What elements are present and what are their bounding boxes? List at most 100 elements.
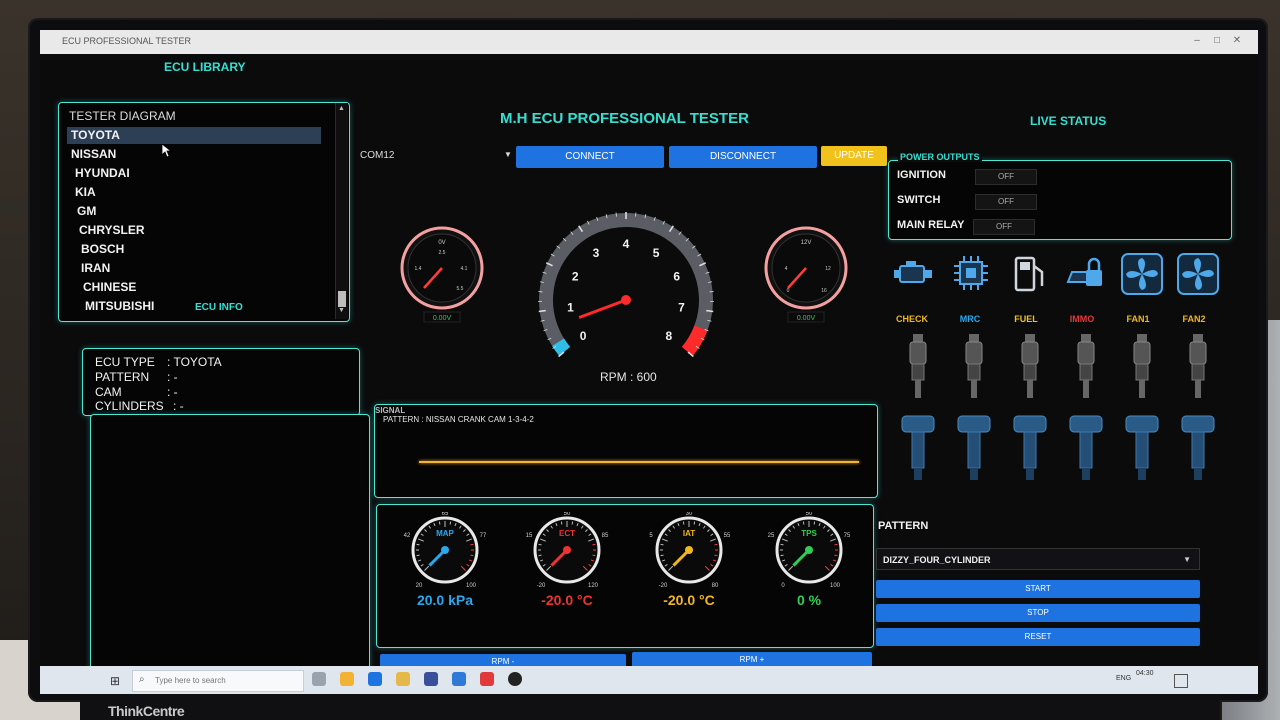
app-icon[interactable] (452, 672, 466, 686)
app-main-title: M.H ECU PROFESSIONAL TESTER (500, 110, 749, 127)
minimize-button[interactable]: – (1190, 34, 1204, 48)
ignition-coil-icon (1181, 415, 1215, 480)
rpm-tick-label: 8 (666, 329, 673, 343)
sensor-tick-label: 100 (466, 583, 477, 589)
info-label-cam: CAM (95, 385, 122, 399)
right-gauge-tick: 12V (801, 240, 812, 246)
window-title: ECU PROFESSIONAL TESTER (62, 36, 192, 46)
switch-label: SWITCH (897, 194, 941, 206)
scroll-down-icon[interactable]: ▼ (338, 307, 345, 314)
left-gauge-tick: 0V (438, 240, 445, 246)
pattern-label: PATTERN (878, 520, 929, 532)
sensor-value: -20.0 °C (541, 592, 593, 608)
sensor-tick-label: 85 (602, 533, 609, 539)
main-relay-state[interactable]: OFF (973, 219, 1035, 235)
chip-icon (954, 256, 988, 290)
sensor-tick-label: 80 (712, 583, 719, 589)
stop-button[interactable]: STOP (876, 604, 1200, 622)
pattern-select[interactable]: DIZZY_FOUR_CYLINDER ▼ (876, 548, 1200, 570)
sensor-tick-label: 0 (781, 583, 785, 589)
chevron-down-icon[interactable]: ▼ (504, 150, 512, 159)
notification-icon[interactable] (1174, 674, 1188, 688)
fan-icon (1121, 253, 1163, 295)
sensor-tick-label: 20 (416, 583, 423, 589)
start-button[interactable]: START (876, 580, 1200, 598)
taskbar-search-input[interactable]: ⌕ Type here to search (132, 670, 304, 692)
app-icon[interactable] (508, 672, 522, 686)
engine-icon (894, 261, 932, 283)
store-icon[interactable] (424, 672, 438, 686)
mrc-label: MRC (959, 314, 981, 324)
library-item-chinese[interactable]: CHINESE (79, 279, 333, 296)
search-placeholder: Type here to search (155, 676, 226, 685)
ignition-label: IGNITION (897, 169, 946, 181)
rpm-tick (538, 309, 546, 313)
language-indicator[interactable]: ENG (1116, 675, 1131, 682)
info-label-pattern: PATTERN (95, 370, 150, 384)
library-item-kia[interactable]: KIA (71, 184, 325, 201)
fan2-label: FAN2 (1182, 314, 1206, 324)
pattern-select-value: DIZZY_FOUR_CYLINDER (883, 555, 991, 565)
connect-button[interactable]: CONNECT (516, 146, 664, 168)
update-button[interactable]: UPDATE (821, 146, 887, 166)
library-item-chrysler[interactable]: CHRYSLER (75, 222, 329, 239)
sensor-tick-label: 30 (686, 512, 693, 517)
chevron-down-icon[interactable]: ▼ (1183, 549, 1191, 571)
library-item-hyundai[interactable]: HYUNDAI (71, 165, 325, 182)
file-explorer-icon[interactable] (396, 672, 410, 686)
monitor-brand: ThinkCentre (108, 703, 185, 719)
main-relay-label: MAIN RELAY (897, 219, 965, 231)
sensor-gauge-ect: ECT 50 15 85 -20 120 -20.0 °C (522, 511, 612, 608)
rpm-needle-hub (621, 295, 631, 305)
sensor-tick-label: 25 (768, 533, 775, 539)
sensor-tick-label: 50 (564, 512, 571, 517)
sensor-tick-label: 5 (649, 533, 653, 539)
sensor-tick-label: 55 (724, 533, 731, 539)
library-item-iran[interactable]: IRAN (77, 260, 331, 277)
rpm-tick-label: 4 (623, 237, 630, 251)
sensor-tick-label: 100 (830, 583, 841, 589)
rpm-tick-label: 3 (593, 246, 600, 260)
right-gauge-tick: 4 (785, 266, 788, 272)
com-port-select[interactable]: COM12 (360, 150, 510, 168)
youtube-icon[interactable] (480, 672, 494, 686)
info-value-ecu-type: : TOYOTA (167, 355, 222, 369)
fan1-label: FAN1 (1126, 314, 1150, 324)
library-item-toyota[interactable]: TOYOTA (67, 127, 321, 144)
info-value-cam: : - (167, 385, 178, 399)
switch-state[interactable]: OFF (975, 194, 1037, 210)
task-view-icon[interactable] (312, 672, 326, 686)
sensor-tick-label: 50 (806, 512, 813, 517)
scrollbar-thumb[interactable] (338, 291, 346, 307)
library-item-gm[interactable]: GM (73, 203, 327, 220)
right-voltage-gauge: 12V 4 12 0 16 0.00V (764, 226, 848, 323)
signal-label: SIGNAL (375, 406, 406, 415)
sensor-name: IAT (683, 529, 695, 538)
left-gauge-tick: 5.5 (457, 286, 464, 292)
library-item-bosch[interactable]: BOSCH (77, 241, 331, 258)
disconnect-button[interactable]: DISCONNECT (669, 146, 817, 168)
sensor-tick-label: 65 (442, 512, 449, 517)
windows-start-icon[interactable]: ⊞ (110, 675, 122, 687)
injector-icon (1189, 334, 1207, 398)
right-gauge-readout: 0.00V (797, 315, 816, 322)
library-title: TESTER DIAGRAM (69, 109, 176, 123)
right-gauge-tick: 12 (825, 266, 831, 272)
taskbar-clock[interactable]: 04:30 (1136, 670, 1154, 677)
sensor-gauge-tps: TPS 50 25 75 0 100 0 % (764, 511, 854, 608)
rpm-tick-label: 5 (653, 246, 660, 260)
edge-icon[interactable] (368, 672, 382, 686)
reset-button[interactable]: RESET (876, 628, 1200, 646)
ignition-state[interactable]: OFF (975, 169, 1037, 185)
ignition-coil-icon (1069, 415, 1103, 480)
window-titlebar: ECU PROFESSIONAL TESTER – □ ✕ (40, 30, 1258, 54)
live-status-header: LIVE STATUS (1030, 114, 1107, 128)
signal-panel: PATTERN : NISSAN CRANK CAM 1-3-4-2 (374, 404, 878, 498)
sensor-value: 20.0 kPa (416, 592, 474, 608)
close-button[interactable]: ✕ (1230, 34, 1244, 48)
library-item-nissan[interactable]: NISSAN (67, 146, 321, 163)
maximize-button[interactable]: □ (1210, 34, 1224, 48)
library-scrollbar[interactable]: ▲ ▼ (335, 103, 348, 319)
browser-icon[interactable] (340, 672, 354, 686)
scroll-up-icon[interactable]: ▲ (338, 105, 345, 112)
